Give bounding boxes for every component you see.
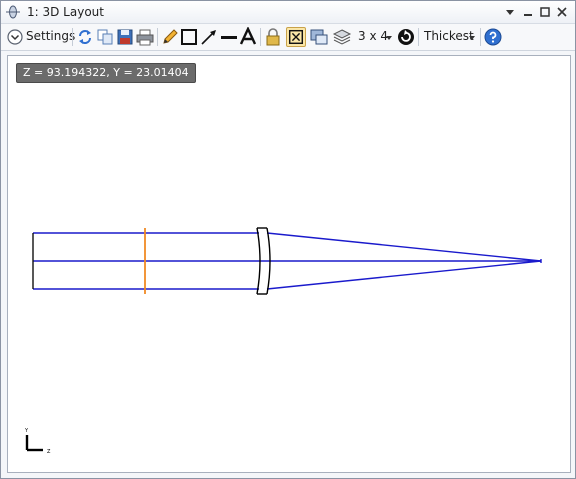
axis-label-y: Y bbox=[24, 428, 29, 434]
cursor-coordinate-readout: Z = 93.194322, Y = 23.01404 bbox=[16, 63, 196, 83]
converging-ray-bottom bbox=[266, 260, 542, 290]
layout-window: 1: 3D Layout Settings 3 x 4 Thickest Y Z… bbox=[0, 0, 576, 479]
axis-label-z: Z bbox=[47, 449, 51, 455]
ray-bundle bbox=[33, 232, 542, 290]
converging-ray-top bbox=[266, 232, 542, 262]
axis-indicator: Y Z bbox=[24, 428, 51, 455]
